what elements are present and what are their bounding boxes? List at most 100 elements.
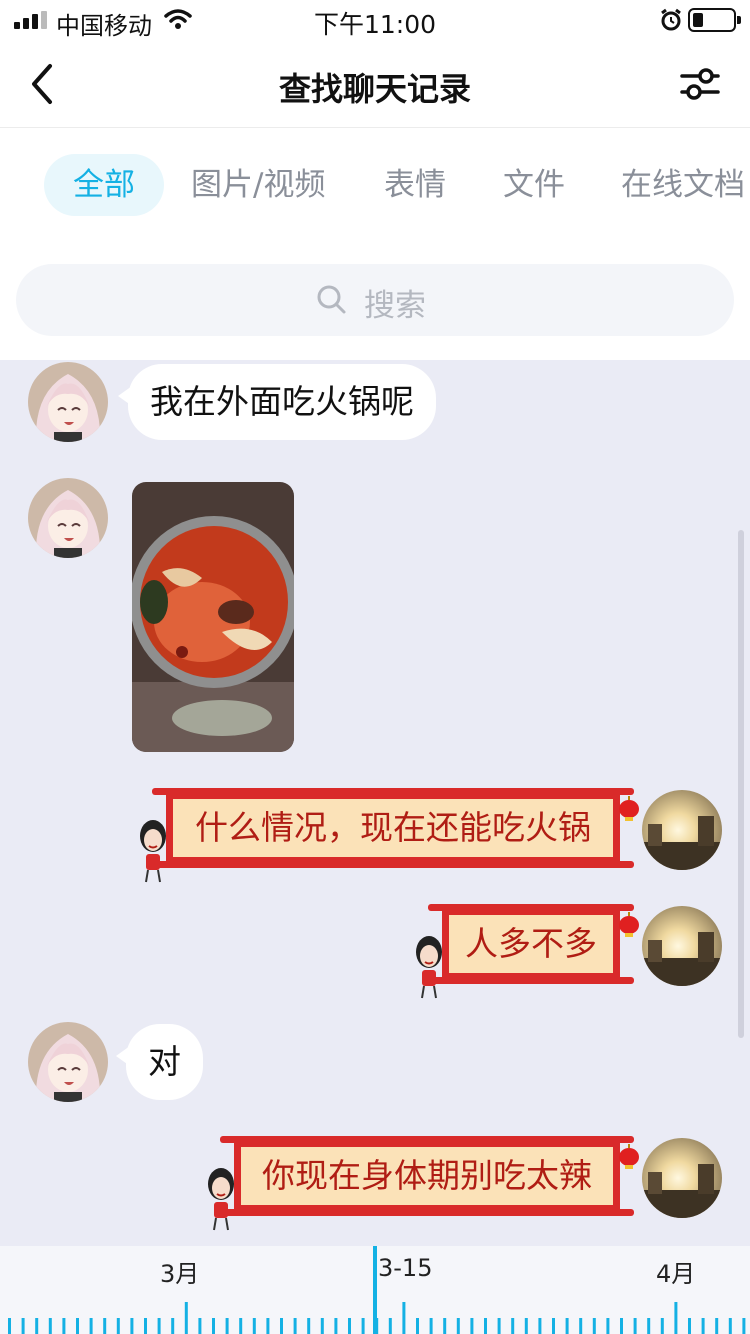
- timeline-tick: [429, 1318, 433, 1334]
- timeline-tick: [470, 1318, 474, 1334]
- timeline-tick: [293, 1318, 297, 1334]
- avatar[interactable]: [642, 790, 722, 870]
- timeline-tick: [701, 1318, 705, 1334]
- timeline-tick: [606, 1318, 610, 1334]
- timeline-tick: [484, 1318, 487, 1334]
- avatar[interactable]: [28, 478, 108, 558]
- timeline-tick: [565, 1318, 569, 1334]
- timeline-tick: [592, 1318, 596, 1334]
- sunset-avatar-icon: [642, 906, 722, 986]
- message-bubble[interactable]: 什么情况，现在还能吃火锅: [140, 788, 639, 883]
- avatar[interactable]: [28, 362, 108, 442]
- timeline-tick: [647, 1318, 651, 1334]
- timeline-tick: [456, 1318, 460, 1334]
- hotpot-photo[interactable]: [132, 482, 294, 752]
- message-text: 什么情况，现在还能吃火锅: [195, 808, 591, 847]
- timeline-tick: [35, 1318, 39, 1334]
- avatar[interactable]: [642, 906, 722, 986]
- avatar[interactable]: [642, 1138, 722, 1218]
- timeline-tick: [320, 1318, 324, 1334]
- timeline-tick: [688, 1318, 691, 1334]
- timeline-tick: [497, 1318, 501, 1334]
- clock: 下午11:00: [313, 10, 437, 39]
- sunset-avatar-icon: [642, 1138, 722, 1218]
- timeline-tick: [252, 1318, 256, 1334]
- timeline-tick: [524, 1318, 528, 1334]
- tab-images-videos[interactable]: 图片/视频: [191, 154, 325, 216]
- timeline-tick: [443, 1318, 447, 1334]
- sunset-avatar-icon: [642, 790, 722, 870]
- timeline-tick: [212, 1318, 215, 1334]
- hotpot-image-icon: [132, 482, 294, 752]
- status-bar: 中国移动 下午11:00: [0, 0, 750, 40]
- timeline-tick: [715, 1318, 719, 1334]
- timeline-tick: [660, 1318, 664, 1334]
- filter-button[interactable]: [676, 60, 724, 108]
- message-text: 我在外面吃火锅呢: [150, 382, 414, 421]
- timeline-tick: [538, 1318, 542, 1334]
- timeline-tick: [388, 1318, 392, 1334]
- timeline-tick: [348, 1318, 351, 1334]
- chat-history[interactable]: 我在外面吃火锅呢 什么情况，现在还能吃火锅 人多不多 对 你现在身体期别吃太辣: [0, 360, 750, 1246]
- message-bubble[interactable]: 我在外面吃火锅呢: [118, 364, 436, 440]
- search-placeholder: 搜索: [364, 288, 426, 324]
- date-timeline[interactable]: 3月 3-15 4月: [0, 1246, 750, 1334]
- lantern-icon: [619, 1144, 639, 1169]
- timeline-label-current: 3-15: [378, 1254, 433, 1282]
- tab-all[interactable]: 全部: [44, 154, 164, 216]
- search-input[interactable]: 搜索: [16, 264, 734, 336]
- timeline-tick: [633, 1318, 637, 1334]
- timeline-tick: [402, 1302, 406, 1334]
- sticker-girl-icon: [208, 1168, 234, 1231]
- search-icon: [317, 285, 346, 314]
- anime-girl-avatar-icon: [28, 362, 108, 442]
- timeline-label-march: 3月: [160, 1260, 200, 1288]
- anime-girl-avatar-icon: [28, 478, 108, 558]
- timeline-current-marker[interactable]: [373, 1246, 377, 1334]
- timeline-tick: [184, 1302, 188, 1334]
- scrollbar[interactable]: [738, 530, 744, 1038]
- timeline-tick: [579, 1318, 583, 1334]
- tab-files[interactable]: 文件: [503, 154, 565, 216]
- timeline-tick: [48, 1318, 52, 1334]
- tab-stickers[interactable]: 表情: [384, 154, 446, 216]
- timeline-tick: [416, 1318, 419, 1334]
- timeline-tick: [198, 1318, 202, 1334]
- message-bubble[interactable]: 你现在身体期别吃太辣: [208, 1136, 639, 1231]
- message-bubble[interactable]: 对: [116, 1024, 203, 1100]
- sticker-girl-icon: [140, 820, 166, 883]
- timeline-tick: [742, 1318, 746, 1334]
- timeline-tick: [116, 1318, 120, 1334]
- timeline-tick: [8, 1318, 11, 1334]
- lantern-icon: [619, 912, 639, 937]
- message-text: 人多不多: [465, 924, 597, 963]
- timeline-label-april: 4月: [656, 1260, 696, 1288]
- timeline-tick: [130, 1318, 134, 1334]
- timeline-tick: [225, 1318, 229, 1334]
- timeline-tick: [674, 1302, 678, 1334]
- alarm-icon: [661, 8, 681, 31]
- message-text: 对: [148, 1042, 181, 1081]
- timeline-tick: [157, 1318, 161, 1334]
- timeline-tick: [89, 1318, 93, 1334]
- page-title: 查找聊天记录: [278, 70, 471, 108]
- avatar[interactable]: [28, 1022, 108, 1102]
- nav-header: 查找聊天记录: [0, 40, 750, 128]
- timeline-tick: [103, 1318, 107, 1334]
- timeline-tick: [511, 1318, 515, 1334]
- lantern-icon: [619, 796, 639, 821]
- timeline-tick: [144, 1318, 147, 1334]
- timeline-tick: [76, 1318, 79, 1334]
- battery-icon: [688, 8, 741, 32]
- anime-girl-avatar-icon: [28, 1022, 108, 1102]
- timeline-tick: [307, 1318, 311, 1334]
- message-bubble[interactable]: 人多不多: [416, 904, 639, 999]
- sticker-girl-icon: [416, 936, 442, 999]
- tab-online-docs[interactable]: 在线文档: [621, 154, 745, 216]
- message-text: 你现在身体期别吃太辣: [262, 1156, 592, 1195]
- timeline-tick: [728, 1318, 732, 1334]
- timeline-tick: [239, 1318, 243, 1334]
- timeline-tick: [334, 1318, 338, 1334]
- sliders-icon: [680, 68, 720, 100]
- timeline-tick: [171, 1318, 175, 1334]
